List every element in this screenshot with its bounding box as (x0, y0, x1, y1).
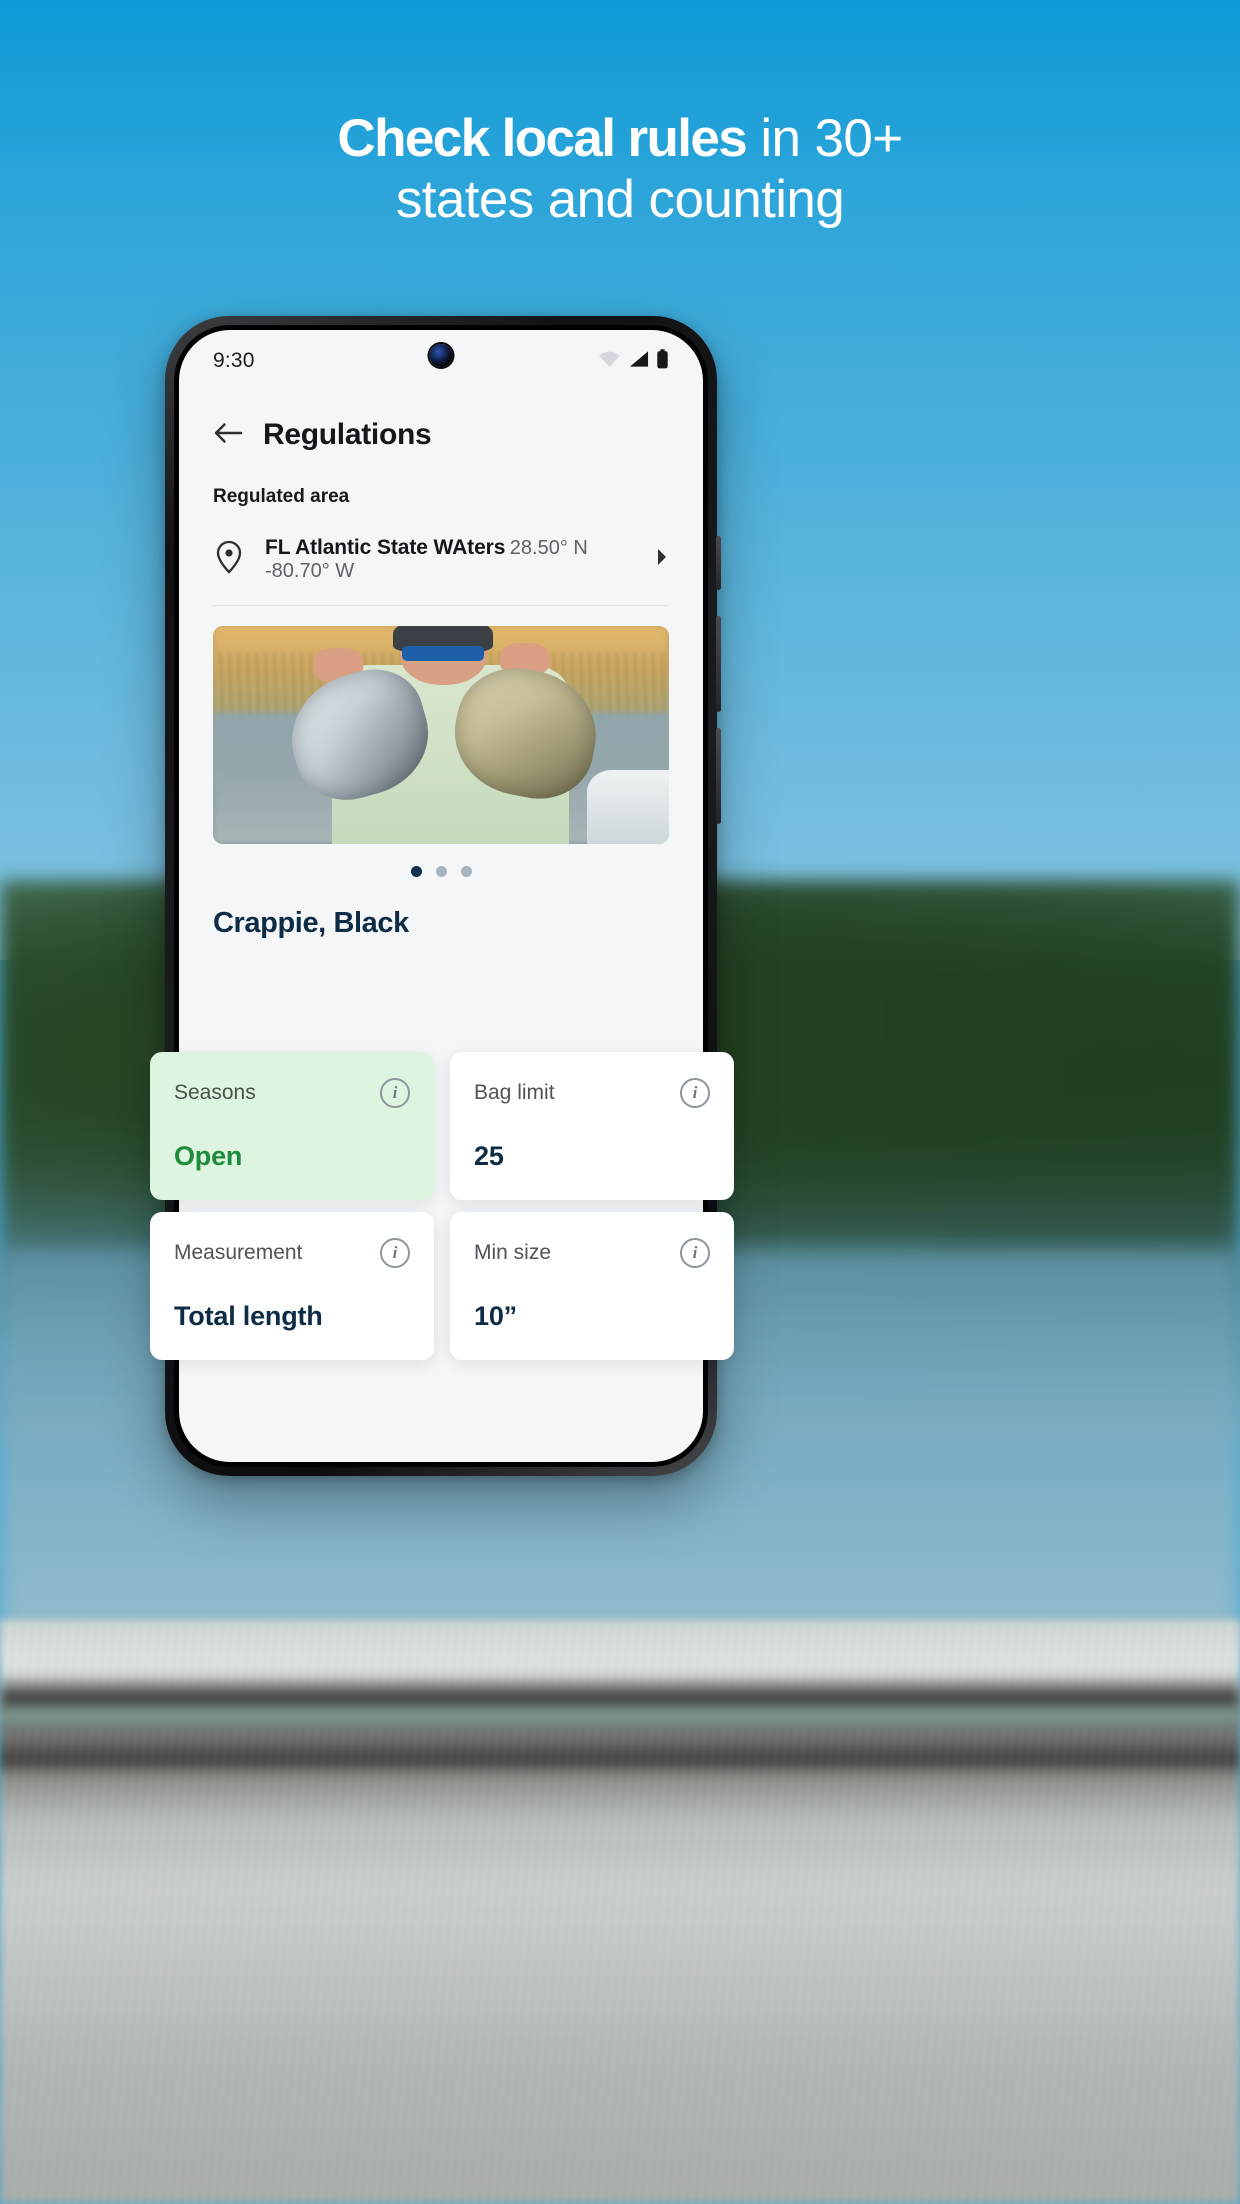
card-bag-limit[interactable]: Bag limit i 25 (450, 1052, 734, 1200)
species-photo-carousel[interactable] (213, 626, 669, 844)
card-seasons[interactable]: Seasons i Open (150, 1052, 434, 1200)
regulation-cards: Seasons i Open Bag limit i 25 Measuremen… (150, 1052, 734, 1360)
info-icon[interactable]: i (380, 1238, 410, 1268)
card-seasons-top: Seasons i (174, 1078, 410, 1108)
carousel-dots (179, 866, 703, 877)
regulated-area-row[interactable]: FL Atlantic State WAters 28.50° N -80.70… (213, 526, 669, 606)
card-min-size-value: 10” (474, 1301, 517, 1331)
photo-boat (586, 769, 669, 844)
info-icon[interactable]: i (680, 1078, 710, 1108)
front-camera-icon (429, 344, 453, 367)
species-name: Crappie, Black (213, 907, 409, 939)
card-bag-limit-value: 25 (474, 1141, 504, 1171)
regulated-area-label: Regulated area (213, 486, 350, 507)
carousel-dot-3[interactable] (460, 866, 472, 877)
card-min-size[interactable]: Min size i 10” (450, 1212, 734, 1360)
carousel-dot-2[interactable] (435, 866, 447, 877)
card-min-size-top: Min size i (474, 1238, 710, 1268)
app-header: Regulations (179, 392, 703, 468)
card-measurement[interactable]: Measurement i Total length (150, 1212, 434, 1360)
card-bag-limit-label: Bag limit (474, 1081, 555, 1104)
species-photo (213, 626, 669, 844)
power-button[interactable] (716, 536, 721, 590)
promo-headline: Check local rules in 30+ states and coun… (0, 108, 1240, 231)
card-measurement-label: Measurement (174, 1241, 303, 1264)
card-seasons-value: Open (174, 1141, 243, 1171)
volume-up-button[interactable] (716, 616, 721, 712)
chevron-right-icon[interactable] (655, 547, 669, 572)
regulated-area-text: FL Atlantic State WAters 28.50° N -80.70… (265, 536, 635, 583)
status-icons (598, 348, 669, 374)
volume-down-button[interactable] (716, 728, 721, 824)
dock-mint-highlight (0, 1700, 1240, 1730)
status-time: 9:30 (213, 349, 255, 372)
cellular-signal-icon (628, 350, 649, 373)
wifi-icon (598, 350, 621, 373)
card-min-size-label: Min size (474, 1241, 552, 1264)
headline-strong: Check local rules (337, 109, 747, 168)
card-bag-limit-top: Bag limit i (474, 1078, 710, 1108)
photo-sunglasses (402, 645, 485, 661)
info-icon[interactable]: i (380, 1078, 410, 1108)
status-bar: 9:30 (179, 330, 703, 392)
card-measurement-top: Measurement i (174, 1238, 410, 1268)
headline-light: in 30+ (746, 109, 903, 168)
page-title: Regulations (263, 418, 432, 451)
headline-line-2: states and counting (395, 170, 845, 230)
info-icon[interactable]: i (680, 1238, 710, 1268)
headline-line-1: Check local rules in 30+ (0, 108, 1240, 169)
card-seasons-label: Seasons (174, 1081, 256, 1104)
carousel-dot-1[interactable] (410, 866, 422, 877)
back-arrow-icon[interactable] (213, 420, 243, 451)
card-measurement-value: Total length (174, 1301, 323, 1331)
battery-icon (656, 348, 669, 374)
regulated-area-name: FL Atlantic State WAters (265, 536, 506, 559)
location-pin-icon (213, 540, 245, 579)
